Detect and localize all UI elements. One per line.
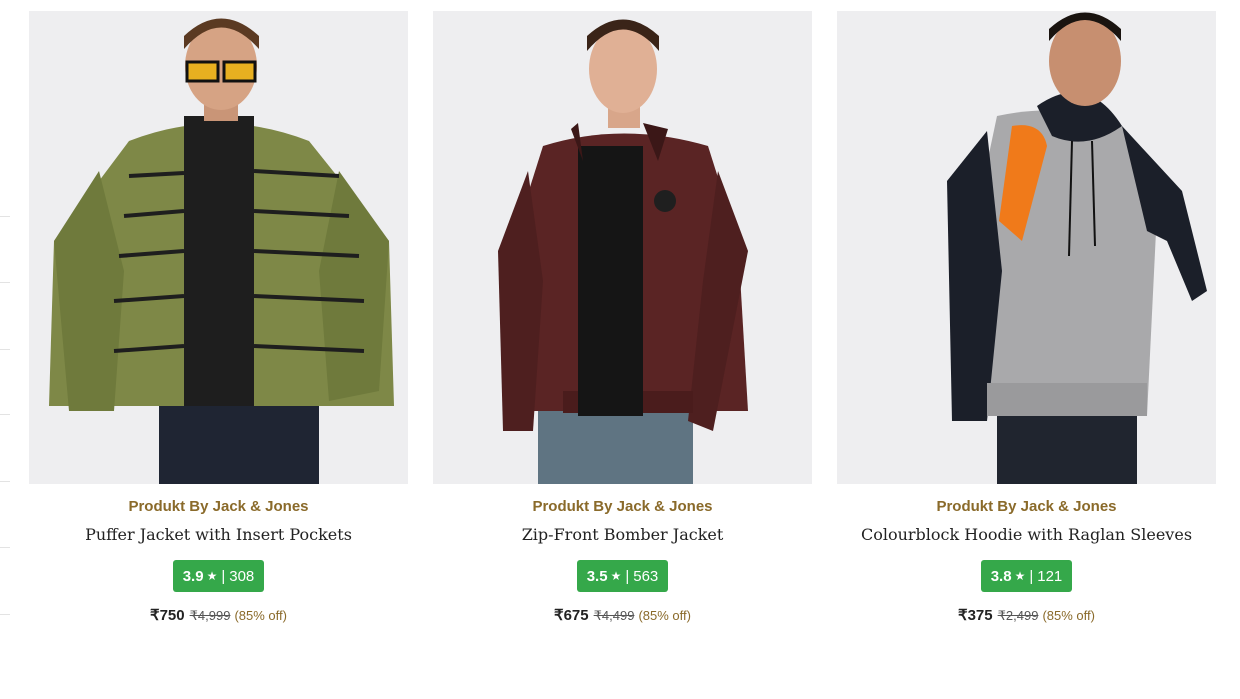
product-card[interactable]: Produkt By Jack & Jones Zip-Front Bomber… <box>433 11 812 624</box>
rating-separator: | <box>221 567 226 585</box>
discount-label: (85% off) <box>638 608 691 623</box>
star-icon: ★ <box>1014 569 1026 583</box>
sale-price: ₹375 <box>958 607 993 624</box>
original-price: ₹2,499 <box>997 608 1039 623</box>
product-brand: Produkt By Jack & Jones <box>936 498 1117 515</box>
price-row: ₹750 ₹4,999 (85% off) <box>150 606 287 624</box>
rating-separator: | <box>1029 567 1034 585</box>
price-row: ₹675 ₹4,499 (85% off) <box>554 606 691 624</box>
star-icon: ★ <box>206 569 218 583</box>
product-brand: Produkt By Jack & Jones <box>128 498 309 515</box>
product-card[interactable]: Produkt By Jack & Jones Colourblock Hood… <box>837 11 1216 624</box>
rating-badge: 3.5 ★ | 563 <box>576 560 669 592</box>
rating-value: 3.9 <box>182 567 204 585</box>
price-row: ₹375 ₹2,499 (85% off) <box>958 606 1095 624</box>
sale-price: ₹750 <box>150 607 185 624</box>
rating-count: 121 <box>1037 567 1063 585</box>
product-name[interactable]: Puffer Jacket with Insert Pockets <box>85 525 352 545</box>
left-edge-ticks <box>0 0 12 699</box>
rating-separator: | <box>625 567 630 585</box>
rating-count: 563 <box>633 567 659 585</box>
product-image[interactable] <box>837 11 1216 484</box>
product-brand: Produkt By Jack & Jones <box>532 498 713 515</box>
product-grid: Produkt By Jack & Jones Puffer Jacket wi… <box>29 11 1216 624</box>
product-image[interactable] <box>29 11 408 484</box>
sale-price: ₹675 <box>554 607 589 624</box>
product-name[interactable]: Zip-Front Bomber Jacket <box>522 525 724 545</box>
product-card[interactable]: Produkt By Jack & Jones Puffer Jacket wi… <box>29 11 408 624</box>
product-image[interactable] <box>433 11 812 484</box>
rating-badge: 3.8 ★ | 121 <box>980 560 1073 592</box>
discount-label: (85% off) <box>234 608 287 623</box>
star-icon: ★ <box>610 569 622 583</box>
product-name[interactable]: Colourblock Hoodie with Raglan Sleeves <box>861 525 1192 545</box>
original-price: ₹4,499 <box>593 608 635 623</box>
rating-value: 3.5 <box>586 567 608 585</box>
rating-count: 308 <box>229 567 255 585</box>
discount-label: (85% off) <box>1042 608 1095 623</box>
original-price: ₹4,999 <box>189 608 231 623</box>
rating-badge: 3.9 ★ | 308 <box>172 560 265 592</box>
rating-value: 3.8 <box>990 567 1012 585</box>
